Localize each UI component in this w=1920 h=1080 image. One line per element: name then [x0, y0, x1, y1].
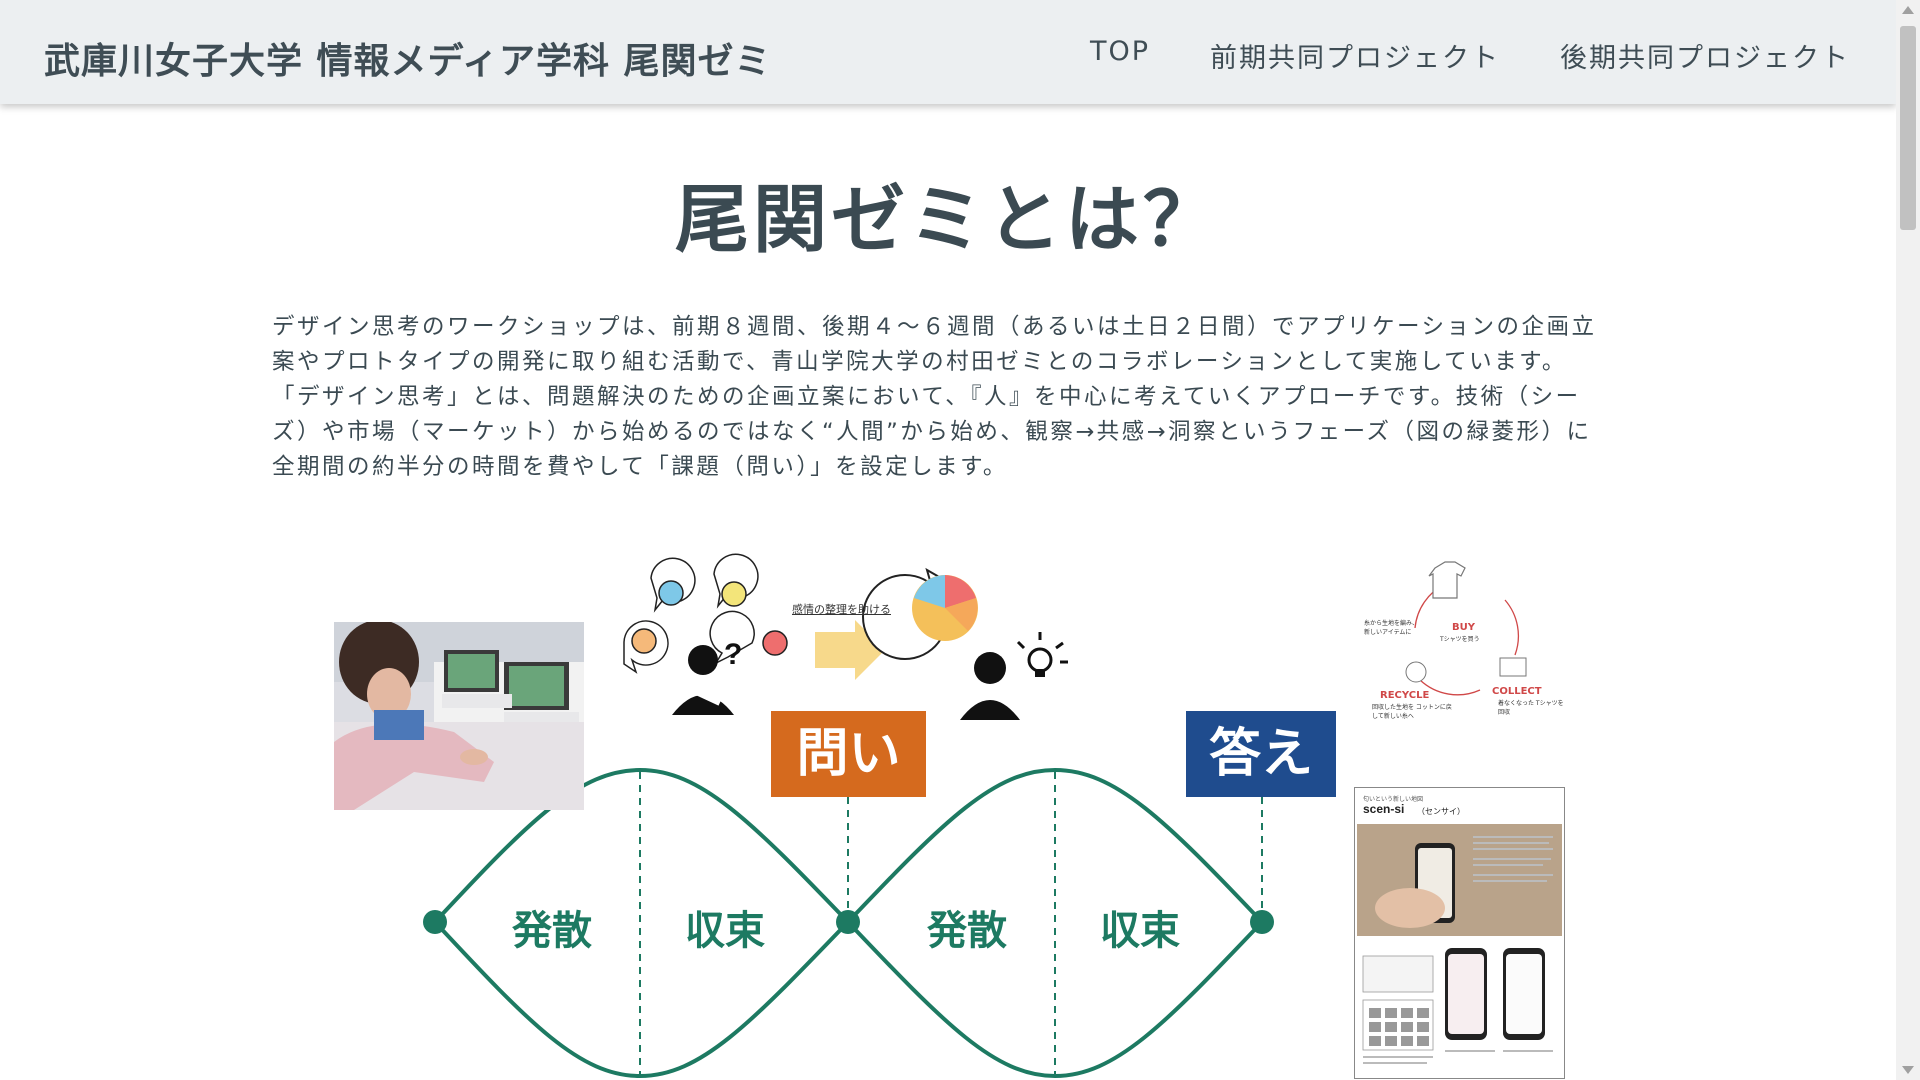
scensi-poster: 匂いという新しい地図 scen-si （センサイ）	[1354, 787, 1565, 1079]
cycle-collect-label: COLLECT	[1492, 686, 1542, 697]
mail-icon	[1499, 657, 1527, 677]
question-label: 問い	[771, 711, 926, 797]
cycle-recycle-sub: 回収した生地を コットンに戻して新しい糸へ	[1372, 704, 1452, 720]
svg-text:?: ?	[724, 638, 742, 671]
cycle-recycle-label: RECYCLE	[1380, 690, 1430, 701]
phase-convergence-1: 収束	[685, 908, 765, 954]
scroll-down-icon[interactable]	[1902, 1066, 1914, 1074]
cycle-buy-sub: Tシャツを買う	[1440, 636, 1480, 643]
nav-link-top[interactable]: TOP	[1090, 36, 1150, 75]
navbar: 武庫川女子大学 情報メディア学科 尾関ゼミ TOP 前期共同プロジェクト 後期共…	[0, 0, 1896, 104]
yarn-icon	[1405, 661, 1427, 683]
emotion-caption: 感情の整理を助ける	[792, 603, 891, 616]
page-scrollbar[interactable]	[1896, 0, 1920, 1080]
design-thinking-diagram: ? 感情の整理を助ける 問い 答え 発散 収束 発散 収束 BUY Tシャツを買…	[0, 0, 1896, 1080]
idea-person-icon	[960, 632, 1068, 720]
diamond-1-lower	[433, 920, 850, 1079]
node-end	[1250, 910, 1274, 934]
answer-label: 答え	[1186, 711, 1336, 797]
scrollbar-thumb[interactable]	[1900, 26, 1916, 230]
cycle-note: 糸から生地を編み、 新しいアイテムに	[1364, 620, 1419, 636]
phase-convergence-2: 収束	[1100, 908, 1180, 954]
cycle-collect-sub: 着なくなった Tシャツを回収	[1498, 700, 1564, 716]
workshop-photo	[334, 622, 584, 810]
recycle-cycle-graphic: BUY Tシャツを買う COLLECT 着なくなった Tシャツを回収 RECYC…	[1360, 560, 1580, 720]
node-start	[423, 910, 447, 934]
tshirt-icon	[1428, 561, 1466, 599]
site-brand[interactable]: 武庫川女子大学 情報メディア学科 尾関ゼミ	[44, 32, 772, 84]
node-middle	[836, 910, 860, 934]
thinking-person-icon: ?	[672, 638, 742, 715]
nav-menu: TOP 前期共同プロジェクト 後期共同プロジェクト	[1090, 36, 1850, 75]
nav-link-first-term-project[interactable]: 前期共同プロジェクト	[1210, 36, 1500, 75]
nav-link-second-term-project[interactable]: 後期共同プロジェクト	[1560, 36, 1850, 75]
phase-divergence-2: 発散	[927, 908, 1007, 954]
cycle-buy-label: BUY	[1452, 622, 1475, 633]
phase-divergence-1: 発散	[512, 908, 592, 954]
scroll-up-icon[interactable]	[1902, 6, 1914, 14]
